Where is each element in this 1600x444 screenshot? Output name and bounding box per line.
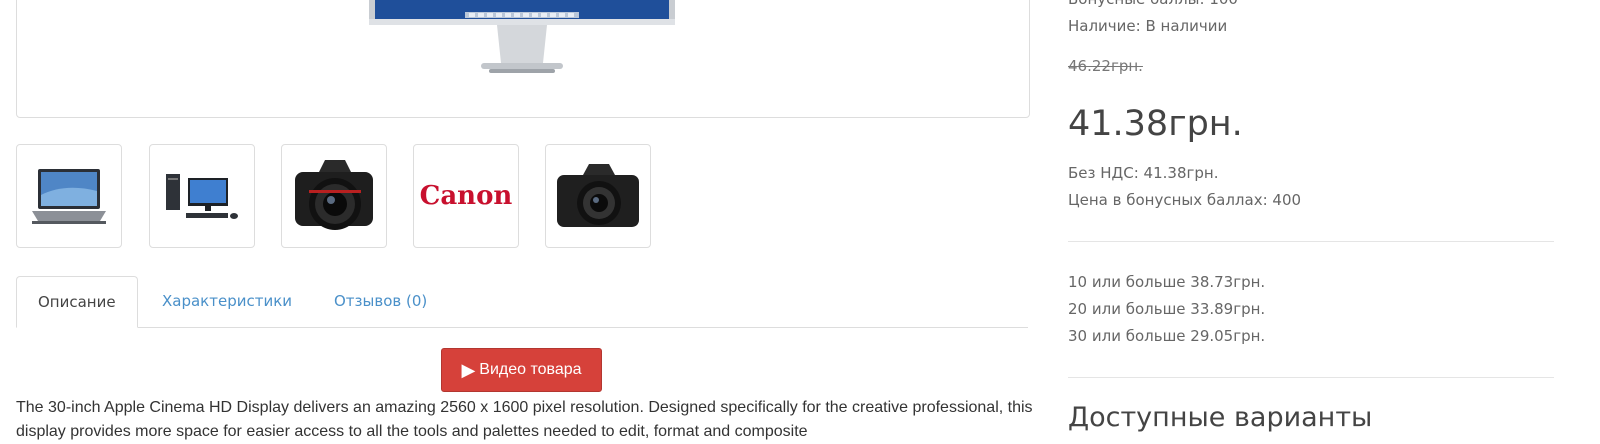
availability: Наличие: В наличии xyxy=(1068,17,1228,35)
product-description: The 30-inch Apple Cinema HD Display deli… xyxy=(16,399,1033,440)
camera-icon xyxy=(295,160,373,230)
tab-description[interactable]: Описание xyxy=(16,276,138,328)
thumbnail-camera-body[interactable] xyxy=(545,144,651,248)
laptop-icon xyxy=(32,169,106,224)
tab-reviews[interactable]: Отзывов (0) xyxy=(313,276,448,326)
price-ex-tax: Без НДС: 41.38грн. xyxy=(1068,164,1219,182)
product-tabs: Описание Характеристики Отзывов (0) xyxy=(16,276,1028,328)
discount-item: 20 или больше 33.89грн. xyxy=(1068,300,1266,318)
camera-icon xyxy=(557,164,639,227)
divider xyxy=(1068,241,1554,242)
thumbnail-canon-logo[interactable]: Canon xyxy=(413,144,519,248)
video-button-label: Видео товара xyxy=(479,361,582,378)
canon-logo-text: Canon xyxy=(419,181,513,211)
reward-price: Цена в бонусных баллах: 400 xyxy=(1068,191,1302,209)
discount-item: 30 или больше 29.05грн. xyxy=(1068,327,1266,345)
current-price: 41.38грн. xyxy=(1068,104,1243,144)
play-icon: ▶ xyxy=(461,359,476,380)
desktop-pc-icon xyxy=(166,174,238,219)
old-price: 46.22грн. xyxy=(1068,57,1143,75)
bonus-points: Бонусные баллы: 100 xyxy=(1068,0,1238,8)
tab-specifications[interactable]: Характеристики xyxy=(141,276,313,326)
thumbnail-laptop[interactable] xyxy=(16,144,122,248)
options-heading: Доступные варианты xyxy=(1068,402,1373,433)
thumbnail-desktop-pc[interactable] xyxy=(149,144,255,248)
main-product-image[interactable] xyxy=(16,0,1030,118)
video-button[interactable]: ▶ Видео товара xyxy=(441,348,602,392)
apple-cinema-display-image xyxy=(369,0,675,73)
discount-item: 10 или больше 38.73грн. xyxy=(1068,273,1266,291)
divider xyxy=(1068,377,1554,378)
thumbnail-dslr-camera[interactable] xyxy=(281,144,387,248)
